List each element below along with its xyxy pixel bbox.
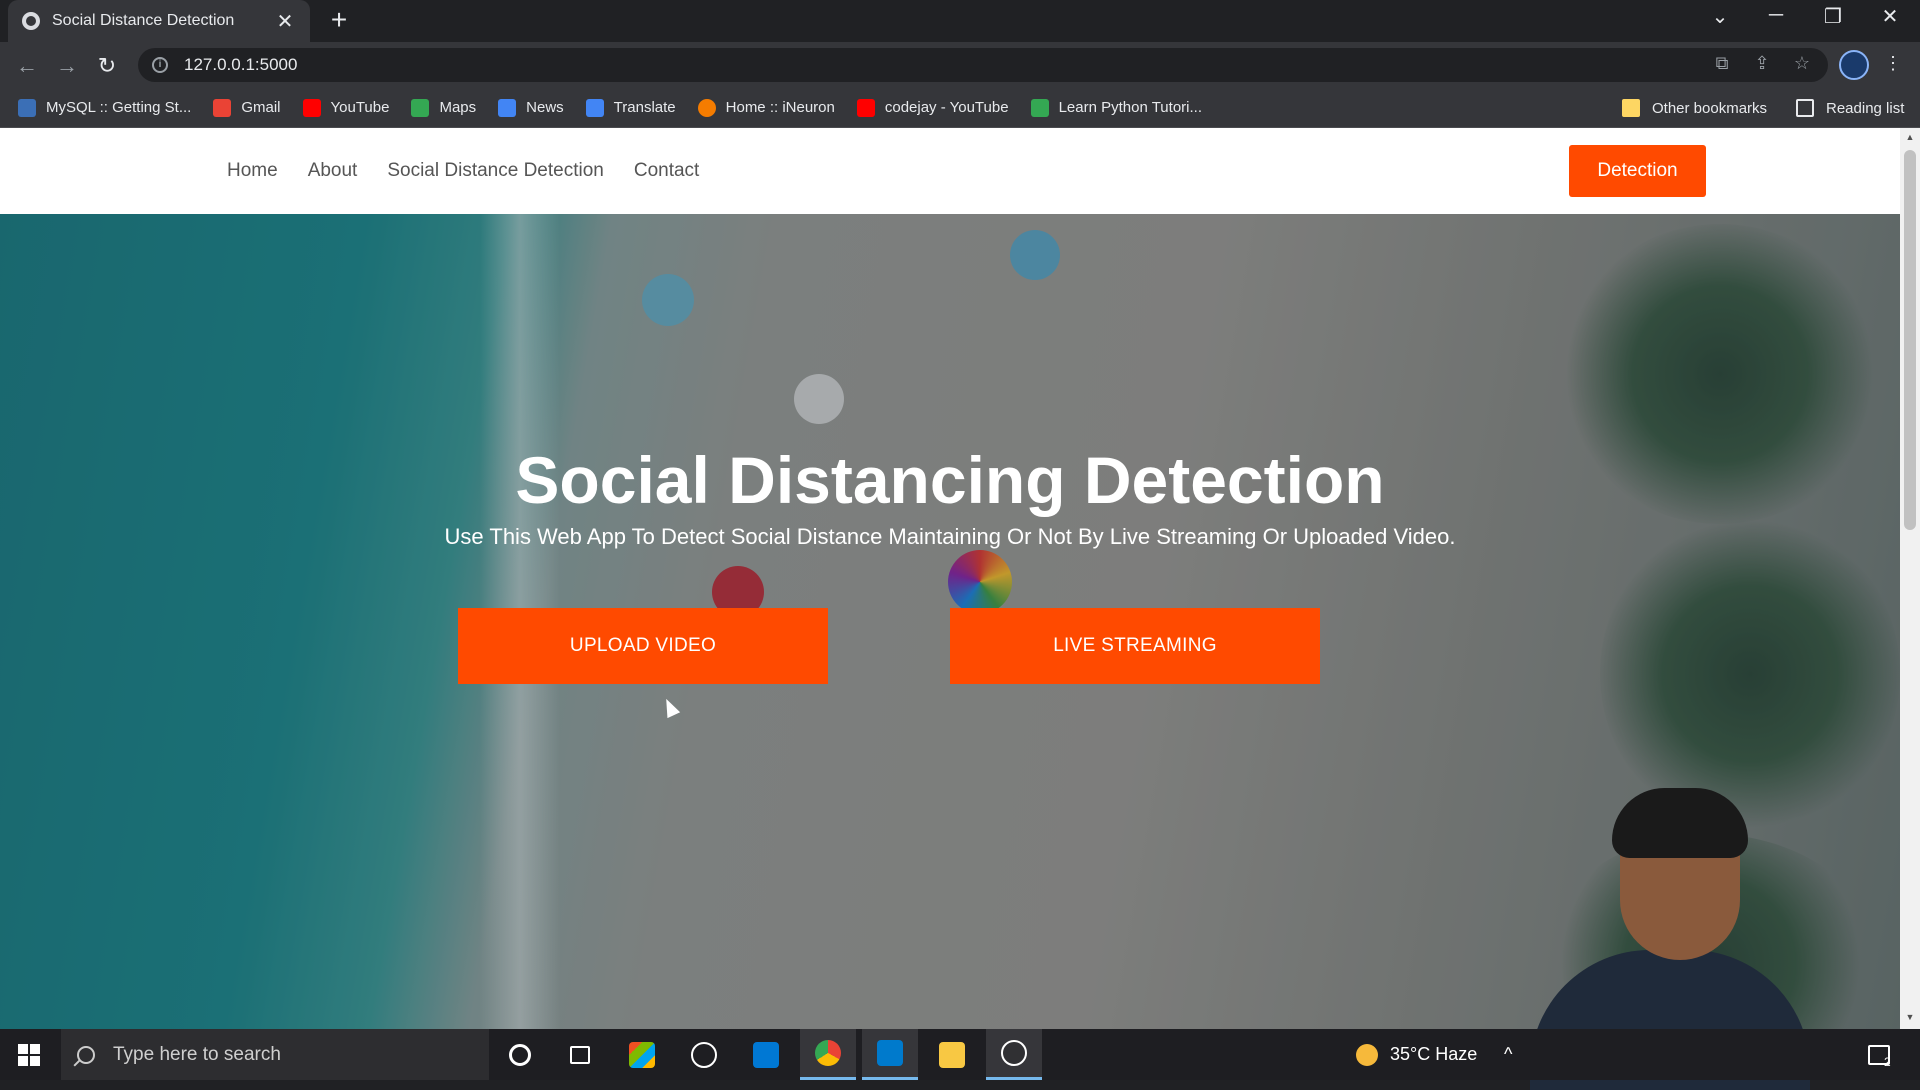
scrollbar-thumb[interactable] xyxy=(1904,150,1916,530)
translate-icon[interactable]: ⧉ xyxy=(1709,53,1735,74)
bookmark-news[interactable]: News xyxy=(498,98,564,117)
bookmark-gmail[interactable]: Gmail xyxy=(213,98,281,117)
chrome-icon[interactable] xyxy=(800,1029,856,1080)
mysql-icon xyxy=(18,98,36,117)
notification-count: 2 xyxy=(1884,1054,1891,1069)
bookmark-youtube[interactable]: YouTube xyxy=(302,98,389,117)
folder-icon xyxy=(1622,99,1640,117)
dell-icon[interactable] xyxy=(676,1029,732,1080)
taskbar-search[interactable]: Type here to search xyxy=(61,1029,489,1080)
taskbar-search-placeholder: Type here to search xyxy=(113,1043,281,1065)
presenter-hair xyxy=(1612,788,1748,858)
other-bookmarks[interactable]: Other bookmarks xyxy=(1622,88,1767,128)
back-button[interactable]: ← xyxy=(12,51,42,81)
vscode-icon[interactable] xyxy=(862,1029,918,1080)
ineuron-icon xyxy=(697,98,716,117)
detection-button[interactable]: Detection xyxy=(1569,145,1706,197)
task-view-icon[interactable] xyxy=(552,1029,608,1080)
reload-button[interactable]: ↻ xyxy=(92,51,122,81)
tab-search-icon[interactable]: ⌄ xyxy=(1700,4,1740,29)
bookmark-learn-python[interactable]: Learn Python Tutori... xyxy=(1030,98,1202,117)
mail-icon[interactable] xyxy=(738,1029,794,1080)
bookmark-codejay[interactable]: codejay - YouTube xyxy=(856,98,1009,117)
news-icon xyxy=(498,98,517,117)
youtube-icon xyxy=(856,98,875,117)
bookmark-mysql[interactable]: MySQL :: Getting St... xyxy=(18,98,191,117)
gmail-icon xyxy=(213,98,232,117)
site-navbar: Home About Social Distance Detection Con… xyxy=(0,128,1900,214)
profile-avatar[interactable] xyxy=(1839,50,1869,80)
bookmark-translate[interactable]: Translate xyxy=(585,98,676,117)
reading-list-icon xyxy=(1796,99,1814,117)
tray-expand-icon[interactable]: ^ xyxy=(1504,1029,1512,1080)
cortana-icon[interactable] xyxy=(492,1029,548,1080)
obs-icon[interactable] xyxy=(986,1029,1042,1080)
share-icon[interactable]: ⇪ xyxy=(1749,53,1775,74)
browser-toolbar: ← → ↻ i 127.0.0.1:5000 ⧉ ⇪ ☆ ⋮ xyxy=(0,42,1920,88)
bookmark-star-icon[interactable]: ☆ xyxy=(1789,53,1815,74)
search-icon xyxy=(77,1045,95,1064)
nav-social-distance-detection[interactable]: Social Distance Detection xyxy=(387,160,604,182)
upload-video-button[interactable]: UPLOAD VIDEO xyxy=(458,608,828,684)
weather-sun-icon xyxy=(1356,1043,1378,1066)
new-tab-button[interactable]: + xyxy=(324,6,354,36)
url-text: 127.0.0.1:5000 xyxy=(184,55,298,74)
tab-social-distance-detection[interactable]: Social Distance Detection ✕ xyxy=(8,0,310,42)
window-close-button[interactable]: ✕ xyxy=(1870,4,1910,29)
file-explorer-icon[interactable] xyxy=(924,1029,980,1080)
globe-icon xyxy=(22,12,40,30)
notification-center-icon[interactable]: 2 xyxy=(1868,1029,1891,1080)
site-nav-links: Home About Social Distance Detection Con… xyxy=(227,128,729,214)
address-bar[interactable]: i 127.0.0.1:5000 xyxy=(138,48,1828,82)
live-streaming-button[interactable]: LIVE STREAMING xyxy=(950,608,1320,684)
weather-widget[interactable]: 35°C Haze xyxy=(1356,1029,1477,1080)
translate-icon xyxy=(585,98,604,117)
hero-subtitle: Use This Web App To Detect Social Distan… xyxy=(444,524,1456,549)
youtube-icon xyxy=(302,98,321,117)
scroll-up-icon[interactable]: ▲ xyxy=(1904,132,1916,142)
windows-taskbar: Type here to search 35°C Haze ^ 2 xyxy=(0,1029,1920,1080)
nav-contact[interactable]: Contact xyxy=(634,160,699,182)
bookmarks-bar: MySQL :: Getting St... Gmail YouTube Map… xyxy=(0,88,1920,128)
reading-list[interactable]: Reading list xyxy=(1796,88,1904,128)
bookmark-ineuron[interactable]: Home :: iNeuron xyxy=(697,98,835,117)
hero-title: Social Distancing Detection xyxy=(515,443,1385,517)
windows-start-icon[interactable] xyxy=(18,1044,40,1066)
scroll-down-icon[interactable]: ▼ xyxy=(1904,1012,1916,1022)
page-scrollbar[interactable]: ▲ ▼ xyxy=(1900,128,1920,1029)
tab-close-icon[interactable]: ✕ xyxy=(274,9,296,34)
site-info-icon[interactable]: i xyxy=(152,57,168,73)
weather-text: 35°C Haze xyxy=(1390,1044,1478,1064)
python-icon xyxy=(1030,98,1049,117)
minimize-button[interactable]: ─ xyxy=(1756,4,1796,27)
chrome-menu-icon[interactable]: ⋮ xyxy=(1880,53,1906,74)
tab-title: Social Distance Detection xyxy=(52,12,235,29)
tab-strip: Social Distance Detection ✕ + ⌄ ─ ❐ ✕ xyxy=(0,0,1920,42)
forward-button[interactable]: → xyxy=(52,51,82,81)
bookmark-maps[interactable]: Maps xyxy=(411,98,476,117)
nav-about[interactable]: About xyxy=(308,160,358,182)
store-icon[interactable] xyxy=(614,1029,670,1080)
restore-button[interactable]: ❐ xyxy=(1813,4,1853,29)
nav-home[interactable]: Home xyxy=(227,160,278,182)
maps-icon xyxy=(411,98,430,117)
